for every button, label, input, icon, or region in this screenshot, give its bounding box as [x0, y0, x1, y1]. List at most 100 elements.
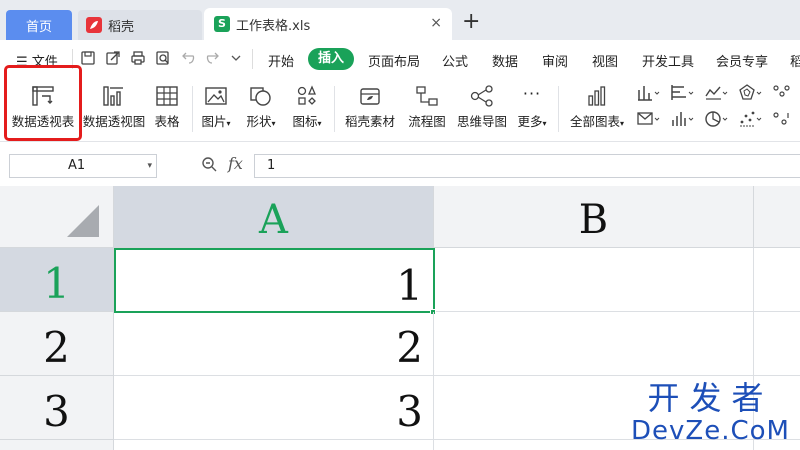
menu-page-layout[interactable]: 页面布局 — [368, 51, 420, 70]
tab-home[interactable]: 首页 — [6, 10, 72, 40]
menu-member[interactable]: 会员专享 — [716, 51, 768, 70]
column-header-a[interactable]: A — [114, 186, 434, 248]
picture-button[interactable]: 图片▾ — [196, 78, 236, 140]
menu-home[interactable]: 开始 — [268, 51, 294, 70]
menu-formulas[interactable]: 公式 — [442, 51, 468, 70]
row-header-3[interactable]: 3 — [0, 376, 114, 440]
watermark: 开发者 DevZe.CoM — [631, 380, 790, 446]
spreadsheet-window: 首页 稻壳 S 工作表格.xls × + ☰ 文件 开始 插入 页面布局 公式 … — [0, 0, 800, 450]
print-preview-icon[interactable] — [155, 50, 171, 66]
cell-c1[interactable] — [754, 248, 800, 312]
tab-workbook-label: 工作表格.xls — [236, 18, 311, 34]
dropdown-arrow-icon: ▾ — [317, 119, 322, 128]
menu-review[interactable]: 审阅 — [542, 51, 568, 70]
cell-c2[interactable] — [754, 312, 800, 376]
stock-chart-icon[interactable] — [670, 110, 696, 128]
divider — [558, 86, 559, 132]
daoke-material-button[interactable]: 稻壳素材 — [342, 78, 398, 140]
shape-button[interactable]: 形状▾ — [240, 78, 282, 140]
column-header-b[interactable]: B — [434, 186, 754, 248]
chevron-down-icon[interactable] — [230, 50, 242, 66]
table-label: 表格 — [154, 114, 180, 129]
tab-daoke-label: 稻壳 — [108, 19, 135, 35]
menu-developer[interactable]: 开发工具 — [642, 51, 694, 70]
dropdown-arrow-icon: ▾ — [542, 119, 547, 128]
cell-a1[interactable]: 1 — [114, 248, 435, 313]
flowchart-icon — [416, 86, 438, 106]
daoke-material-label: 稻壳素材 — [344, 114, 395, 129]
tab-workbook[interactable]: S 工作表格.xls × — [204, 8, 452, 40]
pivot-chart-button[interactable]: 数据透视图 — [82, 78, 146, 140]
icon-label: 图标▾ — [286, 111, 328, 130]
area-envelope-chart-icon[interactable] — [636, 110, 662, 128]
daoke-logo-icon — [86, 17, 102, 33]
mindmap-icon — [470, 85, 493, 107]
fx-icon[interactable]: fx — [228, 154, 243, 173]
all-charts-button[interactable]: 全部图表▾ — [566, 78, 628, 140]
new-tab-button[interactable]: + — [462, 11, 480, 33]
radar-chart-icon[interactable] — [738, 84, 764, 102]
row-header-4[interactable] — [0, 440, 114, 450]
print-icon[interactable] — [130, 50, 146, 66]
watermark-line1: 开发者 — [647, 379, 774, 417]
zoom-search-icon[interactable] — [201, 156, 217, 172]
menu-view[interactable]: 视图 — [592, 51, 618, 70]
divider — [334, 86, 335, 132]
more-button[interactable]: ··· 更多▾ — [512, 78, 552, 140]
shape-icon — [250, 87, 271, 106]
picture-text: 图片 — [201, 114, 227, 129]
pivot-chart-label: 数据透视图 — [82, 114, 146, 129]
flowchart-button[interactable]: 流程图 — [404, 78, 450, 140]
more-text: 更多 — [517, 114, 543, 129]
divider — [252, 49, 253, 69]
column-header-c[interactable] — [754, 186, 800, 248]
icon-button[interactable]: 图标▾ — [286, 78, 328, 140]
more-dots-icon: ··· — [522, 84, 542, 103]
menu-data[interactable]: 数据 — [492, 51, 518, 70]
table-icon — [156, 86, 178, 106]
bar-h-chart-icon[interactable] — [670, 84, 696, 102]
table-button[interactable]: 表格 — [148, 78, 186, 140]
picture-icon — [205, 87, 227, 105]
undo-icon[interactable] — [180, 50, 196, 66]
redo-icon[interactable] — [205, 50, 221, 66]
export-pdf-icon[interactable] — [105, 50, 121, 66]
cell-a4[interactable] — [114, 440, 434, 450]
bar-chart-icon — [588, 86, 606, 106]
all-charts-label: 全部图表▾ — [566, 111, 628, 130]
formula-bar: A1 ▾ fx 1 — [0, 142, 800, 186]
tab-daoke[interactable]: 稻壳 — [78, 10, 202, 40]
pivot-table-highlight-box — [4, 65, 82, 141]
dropdown-arrow-icon: ▾ — [620, 119, 625, 128]
scatter-chart-icon[interactable] — [738, 110, 764, 128]
name-box-value: A1 — [68, 158, 86, 173]
mindmap-button[interactable]: 思维导图 — [454, 78, 510, 140]
cell-b1[interactable] — [434, 248, 754, 312]
row-header-2[interactable]: 2 — [0, 312, 114, 376]
select-all-corner[interactable] — [0, 186, 114, 248]
menu-bar: ☰ 文件 开始 插入 页面布局 公式 数据 审阅 视图 开发工具 会员专享 稻 — [0, 40, 800, 78]
pie-chart-icon[interactable] — [704, 110, 730, 128]
combo-chart-icon[interactable] — [772, 110, 798, 128]
menu-daoke[interactable]: 稻 — [790, 51, 800, 70]
menu-insert[interactable]: 插入 — [308, 48, 355, 70]
select-all-triangle-icon — [67, 205, 99, 237]
dropdown-arrow-icon: ▾ — [226, 119, 231, 128]
cell-a3[interactable]: 3 — [114, 376, 434, 440]
scatter-more-icon[interactable] — [772, 84, 798, 102]
save-icon[interactable] — [80, 50, 96, 66]
formula-input[interactable]: 1 — [254, 154, 800, 178]
cell-b2[interactable] — [434, 312, 754, 376]
more-label: 更多▾ — [512, 111, 552, 130]
spreadsheet-file-icon: S — [214, 16, 230, 32]
tab-bar: 首页 稻壳 S 工作表格.xls × + — [0, 0, 800, 40]
material-icon — [360, 88, 380, 105]
close-tab-icon[interactable]: × — [430, 15, 442, 31]
chevron-down-icon[interactable]: ▾ — [147, 155, 152, 177]
column-chart-icon[interactable] — [636, 84, 662, 102]
row-header-1[interactable]: 1 — [0, 248, 114, 312]
line-chart-icon[interactable] — [704, 84, 730, 102]
cell-a2[interactable]: 2 — [114, 312, 434, 376]
pivot-chart-icon — [103, 86, 123, 106]
name-box[interactable]: A1 ▾ — [9, 154, 157, 178]
